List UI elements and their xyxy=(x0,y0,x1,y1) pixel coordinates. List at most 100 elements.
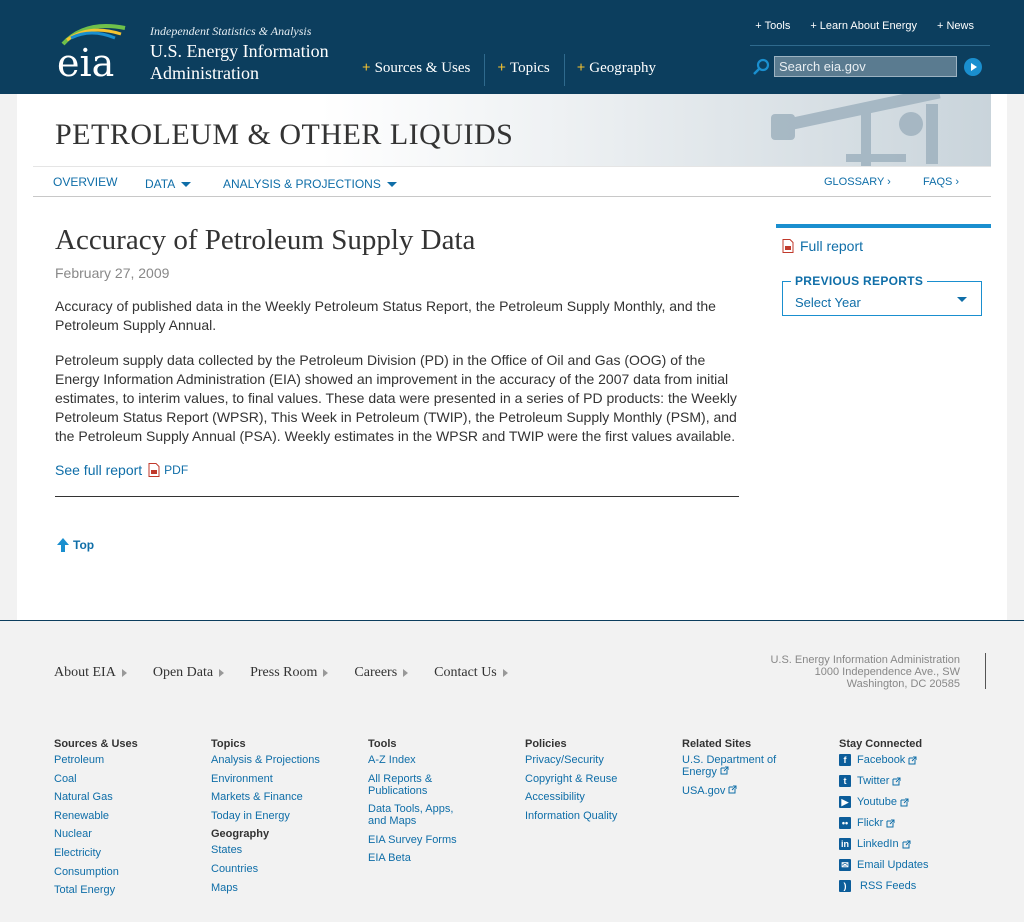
chevron-down-icon xyxy=(386,182,397,188)
pumpjack-illustration xyxy=(771,94,941,166)
article-summary: Accuracy of published data in the Weekly… xyxy=(55,298,716,333)
pdf-link[interactable]: PDF xyxy=(164,463,188,477)
footer-link[interactable]: EIA Survey Forms xyxy=(368,834,525,846)
plus-icon: + xyxy=(362,60,371,76)
eia-logo[interactable]: eia xyxy=(55,18,135,80)
footer-link[interactable]: Renewable xyxy=(54,810,211,822)
publish-date: February 27, 2009 xyxy=(55,265,170,281)
select-year-value: Select Year xyxy=(795,295,861,310)
footer-link[interactable]: Maps xyxy=(211,882,368,894)
util-tools[interactable]: + Tools xyxy=(755,20,790,32)
footer-link[interactable]: Coal xyxy=(54,773,211,785)
social-email-updates[interactable]: ✉ Email Updates xyxy=(839,859,996,871)
util-learn-about-energy[interactable]: + Learn About Energy xyxy=(810,20,917,32)
chevron-down-icon xyxy=(957,297,967,302)
pdf-icon xyxy=(782,239,794,253)
link-glossary[interactable]: GLOSSARY › xyxy=(824,176,891,188)
search-icon xyxy=(753,58,770,75)
article: Accuracy of Petroleum Supply Data Februa… xyxy=(55,224,739,478)
linkedin-icon: in xyxy=(839,838,851,850)
footer-link[interactable]: Markets & Finance xyxy=(211,791,368,803)
footer-careers[interactable]: Careers xyxy=(354,665,409,681)
plus-icon: + xyxy=(497,60,506,76)
footer-link[interactable]: All Reports & Publications xyxy=(368,773,448,797)
chevron-right-icon xyxy=(403,669,409,677)
footer-about-eia[interactable]: About EIA xyxy=(54,665,127,681)
search-submit-button[interactable] xyxy=(964,58,982,76)
footer-link[interactable]: Natural Gas xyxy=(54,791,211,803)
header-divider xyxy=(750,45,990,46)
footer-col-sources: Sources & Uses Petroleum Coal Natural Ga… xyxy=(54,738,211,903)
site-footer: About EIA Open Data Press Room Careers C… xyxy=(0,620,1024,922)
sidebar: Full report PREVIOUS REPORTS Select Year xyxy=(776,224,991,316)
external-link-icon xyxy=(728,785,737,794)
section-subnav: OVERVIEW DATA ANALYSIS & PROJECTIONS GLO… xyxy=(33,166,991,197)
footer-contact-us[interactable]: Contact Us xyxy=(434,665,508,681)
footer-col-related: Related Sites U.S. Department of Energy … xyxy=(682,738,839,903)
nav-sources-uses[interactable]: + Sources & Uses xyxy=(350,54,486,86)
logo-text[interactable]: Independent Statistics & Analysis U.S. E… xyxy=(150,24,329,83)
back-to-top-link[interactable]: Top xyxy=(57,538,94,552)
nav-geography[interactable]: + Geography xyxy=(565,54,670,86)
social-youtube[interactable]: ▶ Youtube xyxy=(839,796,996,808)
footer-link[interactable]: Information Quality xyxy=(525,810,682,822)
footer-link[interactable]: Consumption xyxy=(54,866,211,878)
mailing-address: U.S. Energy Information Administration 1… xyxy=(770,654,960,690)
footer-link[interactable]: EIA Beta xyxy=(368,852,525,864)
logo-wordmark: eia xyxy=(57,41,114,80)
footer-link[interactable]: Today in Energy xyxy=(211,810,368,822)
footer-link[interactable]: Total Energy xyxy=(54,884,211,896)
facebook-icon: f xyxy=(839,754,851,766)
site-header: eia Independent Statistics & Analysis U.… xyxy=(0,0,1024,94)
page-title: Accuracy of Petroleum Supply Data xyxy=(55,224,476,256)
footer-link[interactable]: Electricity xyxy=(54,847,211,859)
footer-link[interactable]: Environment xyxy=(211,773,368,785)
util-news[interactable]: + News xyxy=(937,20,974,32)
social-flickr[interactable]: •• Flickr xyxy=(839,817,996,829)
social-facebook[interactable]: f Facebook xyxy=(839,754,996,766)
plus-icon: + xyxy=(755,20,762,32)
social-rss[interactable]: ) RSS Feeds xyxy=(839,880,996,892)
footer-press-room[interactable]: Press Room xyxy=(250,665,329,681)
footer-col-policies: Policies Privacy/Security Copyright & Re… xyxy=(525,738,682,903)
footer-open-data[interactable]: Open Data xyxy=(153,665,225,681)
section-title: PETROLEUM & OTHER LIQUIDS xyxy=(55,118,514,151)
org-name-line2: Administration xyxy=(150,63,259,83)
chevron-right-icon xyxy=(323,669,329,677)
sidebar-full-report-link[interactable]: Full report xyxy=(782,238,991,254)
full-report-row: See full report PDF xyxy=(55,462,739,478)
tab-analysis-projections[interactable]: ANALYSIS & PROJECTIONS xyxy=(223,177,397,191)
footer-link[interactable]: Data Tools, Apps, and Maps xyxy=(368,803,463,827)
nav-topics[interactable]: + Topics xyxy=(485,54,565,86)
footer-link[interactable]: Accessibility xyxy=(525,791,682,803)
footer-col-tools: Tools A-Z Index All Reports & Publicatio… xyxy=(368,738,525,903)
main-nav: + Sources & Uses + Topics + Geography xyxy=(350,54,670,86)
external-link-icon xyxy=(892,777,901,785)
footer-link[interactable]: Nuclear xyxy=(54,828,211,840)
see-full-report-link[interactable]: See full report xyxy=(55,462,142,478)
social-twitter[interactable]: t Twitter xyxy=(839,775,996,787)
chevron-right-icon xyxy=(219,669,225,677)
footer-link[interactable]: Petroleum xyxy=(54,754,211,766)
chevron-right-icon xyxy=(121,669,127,677)
footer-link[interactable]: Copyright & Reuse xyxy=(525,773,682,785)
footer-link[interactable]: A-Z Index xyxy=(368,754,525,766)
search-input[interactable] xyxy=(774,56,957,77)
rss-icon: ) xyxy=(839,880,851,892)
footer-link-usagov[interactable]: USA.gov xyxy=(682,785,839,797)
footer-link-doe[interactable]: U.S. Department of Energy xyxy=(682,754,792,778)
footer-link[interactable]: Countries xyxy=(211,863,368,875)
footer-link[interactable]: Privacy/Security xyxy=(525,754,682,766)
footer-link[interactable]: Analysis & Projections xyxy=(211,754,368,766)
social-linkedin[interactable]: in LinkedIn xyxy=(839,838,996,850)
tab-overview[interactable]: OVERVIEW xyxy=(53,175,117,189)
section-banner: PETROLEUM & OTHER LIQUIDS xyxy=(33,94,991,166)
previous-reports-select[interactable]: PREVIOUS REPORTS Select Year xyxy=(782,274,982,316)
arrow-up-icon xyxy=(57,538,69,552)
twitter-icon: t xyxy=(839,775,851,787)
footer-link[interactable]: States xyxy=(211,844,368,856)
footer-nav: About EIA Open Data Press Room Careers C… xyxy=(54,665,534,681)
tab-data[interactable]: DATA xyxy=(145,177,192,191)
youtube-icon: ▶ xyxy=(839,796,851,808)
link-faqs[interactable]: FAQS › xyxy=(923,176,959,188)
